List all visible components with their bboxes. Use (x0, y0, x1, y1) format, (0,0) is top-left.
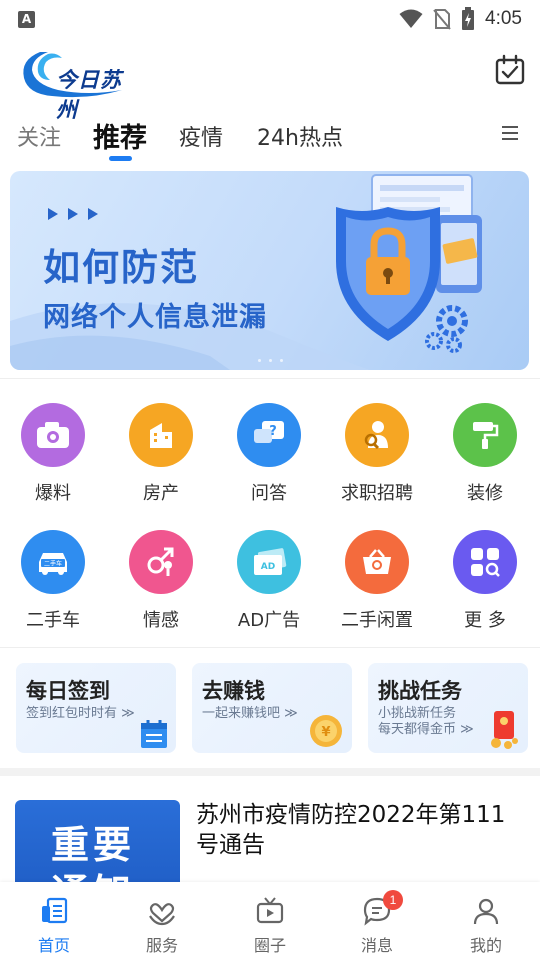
tab-24h-hot[interactable]: 24h热点 (257, 120, 343, 152)
calendar-icon (141, 720, 167, 748)
status-bar: A 4:05 (0, 0, 540, 38)
calendar-check-icon[interactable] (494, 54, 526, 86)
daily-checkin-card[interactable]: 每日签到 签到红包时时有 ≫ (16, 663, 176, 753)
user-icon (473, 898, 499, 925)
nav-circles[interactable]: 圈子 (230, 896, 310, 956)
camera-icon (21, 403, 85, 467)
active-tab-indicator (109, 156, 132, 161)
nav-label: 我的 (469, 936, 502, 955)
notification-a-icon: A (18, 10, 35, 28)
nav-services[interactable]: 服务 (122, 896, 202, 956)
chevrons-icon: ≫ (121, 706, 135, 721)
card-title: 挑战任务 (378, 679, 462, 703)
divider (0, 647, 540, 648)
battery-charging-icon (462, 7, 475, 30)
service-label: 问答 (251, 483, 287, 504)
home-doc-icon (42, 897, 68, 924)
card-subtitle: 签到红包时时有 ≫ (26, 706, 135, 721)
no-sim-icon (433, 9, 451, 30)
service-used-car[interactable]: 二手车 二手车 (3, 530, 103, 650)
menu-icon[interactable] (500, 124, 520, 142)
service-qa[interactable]: ? 问答 (219, 403, 319, 523)
service-label: 二手闲置 (341, 610, 413, 631)
service-label: AD广告 (237, 610, 301, 631)
card-subtitle: 小挑战新任务 每天都得金币 ≫ (378, 706, 474, 737)
ad-icon: AD (237, 530, 301, 594)
basket-icon (345, 530, 409, 594)
banner-dot (269, 359, 272, 362)
svg-text:?: ? (269, 424, 277, 439)
service-label: 情感 (143, 610, 179, 631)
service-renovation[interactable]: 装修 (435, 403, 535, 523)
service-secondhand[interactable]: 二手闲置 (327, 530, 427, 650)
earn-money-card[interactable]: 去赚钱 一起来赚钱吧 ≫ ¥ (192, 663, 352, 753)
security-shield-illustration (336, 174, 482, 353)
banner-pagination (258, 359, 283, 362)
service-label: 装修 (467, 483, 503, 504)
app-header: 今日苏州 (0, 40, 540, 122)
svg-text:二手车: 二手车 (44, 560, 62, 568)
banner-dot (280, 359, 283, 362)
nav-home[interactable]: 首页 (14, 896, 94, 956)
service-label: 爆料 (35, 483, 71, 504)
wifi-icon (399, 9, 423, 28)
nav-label: 圈子 (253, 936, 286, 955)
tab-follow[interactable]: 关注 (17, 120, 61, 152)
more-grid-icon (453, 530, 517, 594)
channel-tabs: 关注 推荐 疫情 24h热点 (0, 112, 540, 162)
section-divider (0, 768, 540, 776)
chevrons-icon: ≫ (460, 722, 474, 737)
building-icon (129, 403, 193, 467)
card-title: 每日签到 (26, 679, 110, 703)
red-envelope-icon (491, 711, 518, 749)
message-badge: 1 (383, 890, 403, 910)
app-logo: 今日苏州 (18, 46, 128, 122)
service-real-estate[interactable]: 房产 (111, 403, 211, 523)
nav-label: 消息 (360, 936, 393, 955)
nav-profile[interactable]: 我的 (446, 896, 526, 956)
nav-label: 首页 (37, 936, 70, 955)
tab-recommend[interactable]: 推荐 (93, 116, 147, 155)
service-advertising[interactable]: AD AD广告 (219, 530, 319, 650)
heart-hands-icon (149, 903, 175, 926)
service-baoliao[interactable]: 爆料 (3, 403, 103, 523)
divider (0, 378, 540, 379)
svg-text:¥: ¥ (321, 725, 330, 740)
svg-text:AD: AD (261, 562, 275, 572)
gender-icon (129, 530, 193, 594)
coin-icon: ¥ (310, 715, 342, 747)
tv-icon (256, 897, 284, 924)
card-title: 去赚钱 (202, 679, 265, 703)
used-car-icon: 二手车 (21, 530, 85, 594)
nav-label: 服务 (145, 936, 178, 955)
thumbnail-text: 重要 (51, 823, 136, 867)
service-label: 二手车 (26, 610, 80, 631)
news-title[interactable]: 苏州市疫情防控2022年第111号通告 (196, 800, 526, 860)
banner-subheadline: 网络个人信息泄漏 (43, 302, 267, 333)
service-relationships[interactable]: 情感 (111, 530, 211, 650)
card-subtitle: 一起来赚钱吧 ≫ (202, 706, 298, 721)
service-label: 房产 (143, 483, 179, 504)
banner-dot (258, 359, 261, 362)
nav-messages[interactable]: 1 消息 (337, 890, 417, 956)
tab-epidemic[interactable]: 疫情 (179, 120, 223, 152)
banner-headline: 如何防范 (43, 246, 199, 289)
job-search-icon (345, 403, 409, 467)
service-more[interactable]: 更 多 (435, 530, 535, 650)
status-time: 4:05 (485, 8, 522, 29)
question-chat-icon: ? (237, 403, 301, 467)
promo-banner[interactable]: 如何防范 网络个人信息泄漏 (10, 171, 529, 370)
service-label: 更 多 (464, 610, 506, 631)
challenge-task-card[interactable]: 挑战任务 小挑战新任务 每天都得金币 ≫ (368, 663, 528, 753)
service-label: 求职招聘 (341, 483, 413, 504)
bottom-navigation: 首页 服务 圈子 1 消息 我的 (0, 882, 540, 960)
chevrons-icon: ≫ (284, 706, 298, 721)
banner-arrows-icon (48, 208, 98, 220)
paint-roller-icon (453, 403, 517, 467)
service-jobs[interactable]: 求职招聘 (327, 403, 427, 523)
